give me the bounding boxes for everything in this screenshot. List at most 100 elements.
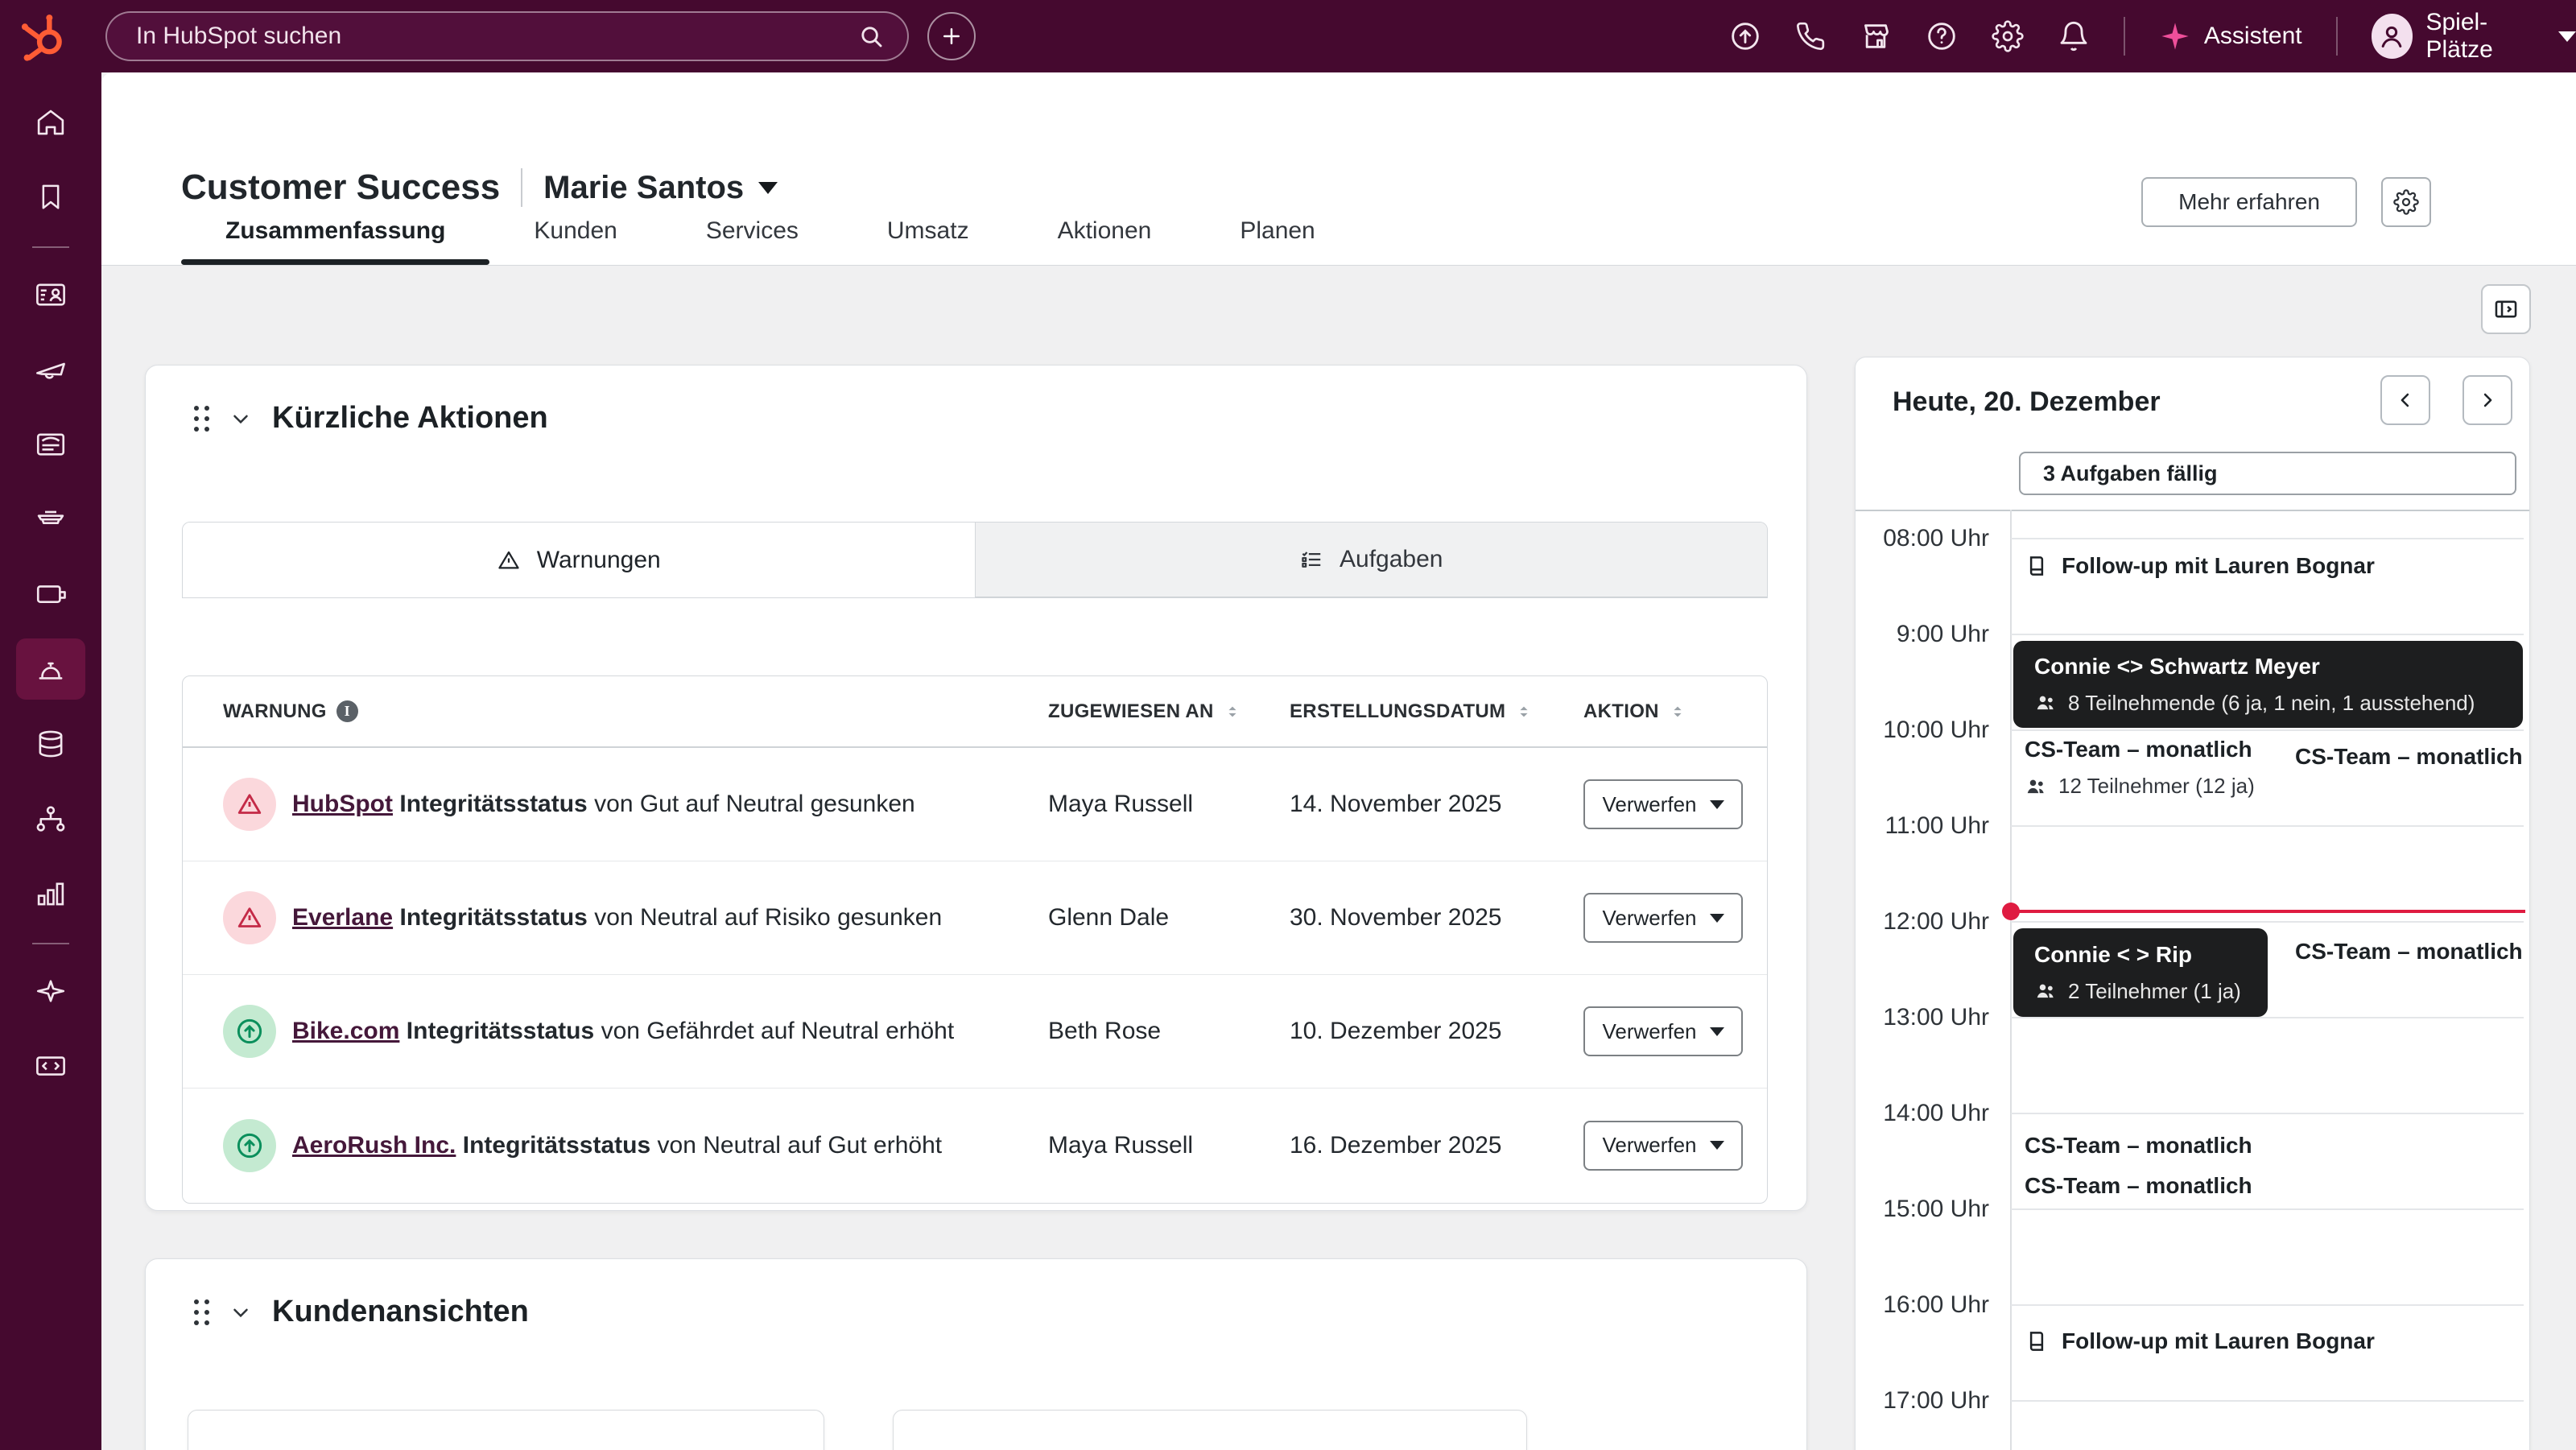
search-input[interactable] xyxy=(107,23,857,50)
dismiss-button[interactable]: Verwerfen xyxy=(1583,1006,1743,1056)
hour-label: 9:00 Uhr xyxy=(1856,618,1989,651)
dismiss-button[interactable]: Verwerfen xyxy=(1583,1121,1743,1171)
dismiss-button[interactable]: Verwerfen xyxy=(1583,779,1743,829)
avatar xyxy=(2372,14,2413,59)
sidebar-item-bookmarks[interactable] xyxy=(16,167,85,228)
sidebar-item-contacts[interactable] xyxy=(16,264,85,325)
phone-icon[interactable] xyxy=(1795,20,1826,52)
sidebar-item-payments[interactable] xyxy=(16,564,85,625)
sidebar-item-marketing[interactable] xyxy=(16,339,85,400)
assignee: Beth Rose xyxy=(1048,1018,1290,1045)
tab-umsatz[interactable]: Umsatz xyxy=(843,197,1013,265)
hour-label: 11:00 Uhr xyxy=(1856,809,1989,843)
sidebar-item-commerce[interactable] xyxy=(16,489,85,550)
tab-warnungen[interactable]: Warnungen xyxy=(183,523,975,597)
workspace-settings-button[interactable] xyxy=(2381,177,2431,227)
search-icon[interactable] xyxy=(857,23,885,50)
marketplace-icon[interactable] xyxy=(1860,20,1892,52)
calendar-event-task[interactable]: Follow-up mit Lauren Bognar xyxy=(2013,1320,2523,1362)
sidebar-item-workflows[interactable] xyxy=(16,788,85,849)
calendar-separator xyxy=(1856,510,2529,511)
customer-view-tile[interactable] xyxy=(893,1410,1527,1450)
hour-label: 17:00 Uhr xyxy=(1856,1384,1989,1418)
table-row: AeroRush Inc.Integritätsstatusvon Neutra… xyxy=(183,1089,1767,1202)
sidebar-item-content[interactable] xyxy=(16,414,85,475)
info-icon[interactable]: i xyxy=(336,700,358,722)
company-link[interactable]: Bike.com xyxy=(292,1018,399,1044)
sparkle-icon xyxy=(2159,20,2191,52)
calendar-event-meeting[interactable]: CS-Team – monatlich xyxy=(2013,1126,2523,1165)
calendar-next-button[interactable] xyxy=(2462,375,2512,425)
table-row: HubSpotIntegritätsstatusvon Gut auf Neut… xyxy=(183,748,1767,861)
notifications-icon[interactable] xyxy=(2058,20,2090,52)
top-navigation-bar: Assistent Spiel-Plätze xyxy=(0,0,2576,72)
company-link[interactable]: Everlane xyxy=(292,904,393,931)
learn-more-button[interactable]: Mehr erfahren xyxy=(2141,177,2357,227)
hour-label: 13:00 Uhr xyxy=(1856,1001,1989,1035)
calendar-event-meeting[interactable]: Connie < > Rip 2 Teilnehmer (1 ja) xyxy=(2013,928,2268,1017)
sidebar-item-service[interactable] xyxy=(16,638,85,700)
topbar-icon-group: Assistent Spiel-Plätze xyxy=(1729,0,2576,72)
created-date: 10. Dezember 2025 xyxy=(1290,1018,1559,1045)
table-body: HubSpotIntegritätsstatusvon Gut auf Neut… xyxy=(183,748,1767,1202)
customer-views-card: Kundenansichten xyxy=(145,1258,1807,1450)
left-sidebar xyxy=(0,72,101,1450)
hour-gridline xyxy=(2011,1304,2524,1306)
upload-icon[interactable] xyxy=(1729,20,1761,52)
company-link[interactable]: HubSpot xyxy=(292,791,393,817)
hubspot-logo-icon[interactable] xyxy=(19,10,71,62)
tab-planen[interactable]: Planen xyxy=(1195,197,1359,265)
tab-aufgaben[interactable]: Aufgaben xyxy=(975,523,1768,597)
calendar-event-meeting[interactable]: CS-Team – monatlich 12 Teilnehmer (12 ja… xyxy=(2013,732,2279,824)
column-header-warnung[interactable]: Warnung i xyxy=(183,700,1048,723)
help-icon[interactable] xyxy=(1926,20,1958,52)
column-header-aktion[interactable]: Aktion xyxy=(1559,700,1768,723)
customer-view-tile[interactable] xyxy=(188,1410,824,1450)
task-icon xyxy=(2025,554,2049,578)
hour-label: 15:00 Uhr xyxy=(1856,1192,1989,1226)
table-header-row: Warnung i Zugewiesen an Erstellungsdatum xyxy=(183,676,1767,748)
sidebar-item-home[interactable] xyxy=(16,92,85,153)
collapse-panel-button[interactable] xyxy=(2481,284,2531,334)
tasks-due-button[interactable]: 3 Aufgaben fällig xyxy=(2019,452,2516,495)
sidebar-item-database[interactable] xyxy=(16,713,85,775)
hour-label: 14:00 Uhr xyxy=(1856,1097,1989,1130)
assignee: Maya Russell xyxy=(1048,1132,1290,1159)
topbar-divider xyxy=(2336,17,2338,56)
sidebar-item-ai[interactable] xyxy=(16,960,85,1022)
tab-services[interactable]: Services xyxy=(662,197,843,265)
drag-handle[interactable] xyxy=(194,406,209,432)
hour-label: 12:00 Uhr xyxy=(1856,905,1989,939)
today-calendar-panel: Heute, 20. Dezember 3 Aufgaben fällig 08… xyxy=(1855,357,2530,1450)
tab-aktionen[interactable]: Aktionen xyxy=(1013,197,1196,265)
calendar-prev-button[interactable] xyxy=(2380,375,2430,425)
chevron-down-icon[interactable] xyxy=(229,1300,253,1324)
sort-icon xyxy=(1669,701,1686,722)
tab-kunden[interactable]: Kunden xyxy=(489,197,661,265)
calendar-event-meeting[interactable]: Connie <> Schwartz Meyer 8 Teilnehmende … xyxy=(2013,641,2523,728)
sidebar-item-developer[interactable] xyxy=(16,1035,85,1097)
hour-gridline xyxy=(2011,1017,2524,1018)
company-link[interactable]: AeroRush Inc. xyxy=(292,1132,456,1159)
calendar-event-meeting[interactable]: CS-Team – monatlich xyxy=(2284,736,2523,778)
hour-gridline xyxy=(2011,921,2524,923)
column-header-erstellungsdatum[interactable]: Erstellungsdatum xyxy=(1290,700,1559,723)
calendar-event-task[interactable]: Follow-up mit Lauren Bognar xyxy=(2013,545,2523,587)
drag-handle[interactable] xyxy=(194,1299,209,1325)
hour-label: 08:00 Uhr xyxy=(1856,522,1989,556)
chevron-down-icon[interactable] xyxy=(229,407,253,431)
account-menu[interactable]: Spiel-Plätze xyxy=(2372,9,2576,64)
column-header-zugewiesen[interactable]: Zugewiesen an xyxy=(1048,700,1290,723)
calendar-event-meeting[interactable]: CS-Team – monatlich xyxy=(2013,1167,2523,1205)
dismiss-button[interactable]: Verwerfen xyxy=(1583,893,1743,943)
tab-zusammenfassung[interactable]: Zusammenfassung xyxy=(181,197,489,265)
chevron-down-icon xyxy=(2558,31,2576,42)
sidebar-item-reporting[interactable] xyxy=(16,863,85,924)
calendar-event-meeting[interactable]: CS-Team – monatlich xyxy=(2284,931,2523,973)
attendees-icon xyxy=(2034,980,2057,1002)
hour-gridline xyxy=(2011,825,2524,827)
main-area: Customer Success Marie Santos Mehr erfah… xyxy=(101,72,2576,1450)
create-button[interactable] xyxy=(927,12,976,60)
assistant-button[interactable]: Assistent xyxy=(2159,20,2302,52)
settings-icon[interactable] xyxy=(1992,20,2024,52)
